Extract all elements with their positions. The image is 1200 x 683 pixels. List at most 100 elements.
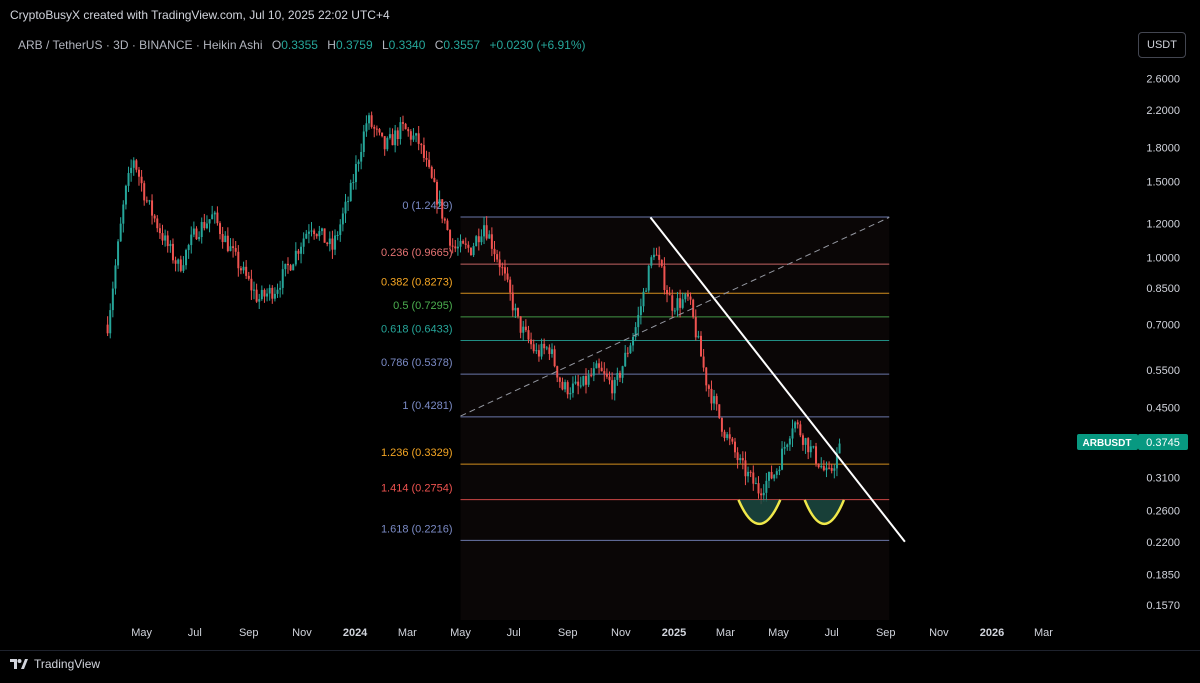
fib-label: 0 (1.2429)	[402, 200, 452, 212]
candle-body	[302, 238, 305, 247]
time-axis[interactable]: May Jul Sep Nov 2024 Mar May Jul Sep Nov 2025 Mar Ma…	[131, 627, 1053, 639]
candle-body	[200, 222, 203, 238]
price-axis[interactable]: 2.6000 2.2000 1.8000 1.5000 1.2000 1.0000 0.85…	[1146, 73, 1180, 612]
candle-body	[289, 265, 292, 271]
price-tick-label: 0.3100	[1146, 472, 1180, 484]
candle-body	[137, 169, 140, 177]
candle-body	[459, 240, 462, 247]
candle-body	[694, 317, 697, 338]
candle-body	[177, 259, 180, 264]
candle-body	[195, 228, 198, 240]
candle-body	[762, 492, 765, 496]
candle-body	[399, 122, 402, 140]
candle-body	[394, 130, 397, 146]
candle-body	[148, 200, 151, 202]
candle-body	[571, 383, 574, 393]
candle-body	[715, 396, 718, 405]
candle-body	[360, 151, 363, 162]
candle-body	[637, 314, 640, 328]
candle-body	[182, 265, 185, 271]
candle-body	[650, 257, 653, 266]
candle-body	[409, 131, 412, 140]
candle-body	[629, 345, 632, 354]
candle-body	[838, 443, 841, 454]
candle-body	[216, 212, 219, 224]
candle-body	[203, 222, 206, 229]
candle-body	[388, 134, 391, 138]
candle-body	[561, 381, 564, 390]
top-bar: CryptoBusyX created with TradingView.com…	[0, 0, 1200, 30]
candle-body	[368, 115, 371, 124]
candle-body	[109, 310, 112, 334]
candle-body	[169, 243, 172, 247]
candle-body	[791, 428, 794, 439]
candle-body	[655, 254, 658, 256]
candle-body	[645, 290, 648, 292]
price-tick-label: 0.5500	[1146, 365, 1180, 377]
candle-body	[595, 363, 598, 369]
candle-body	[765, 480, 768, 493]
candle-body	[122, 204, 125, 224]
candle-body	[825, 467, 828, 471]
candle-body	[757, 483, 760, 494]
candle-body	[441, 199, 444, 219]
candle-body	[647, 265, 650, 291]
candle-body	[676, 298, 679, 311]
price-tick-label: 2.6000	[1146, 73, 1180, 85]
candle-body	[475, 236, 478, 247]
price-tick-label: 0.1570	[1146, 600, 1180, 612]
candle-body	[151, 200, 154, 216]
time-tick-label: May	[131, 627, 152, 639]
candle-body	[511, 292, 514, 311]
candle-body	[809, 446, 812, 453]
candle-body	[624, 352, 627, 367]
candle-body	[370, 115, 373, 127]
candle-body	[506, 273, 509, 280]
candle-body	[490, 234, 493, 249]
candle-body	[313, 230, 316, 235]
time-tick-label: Jul	[507, 627, 521, 639]
candle-body	[760, 493, 763, 496]
candle-body	[794, 422, 797, 429]
candle-body	[820, 466, 823, 468]
candle-body	[833, 468, 836, 471]
candle-body	[127, 173, 130, 186]
candle-body	[658, 254, 661, 260]
candle-body	[422, 145, 425, 159]
candle-body	[537, 350, 540, 357]
price-chart[interactable]: 0 (1.2429) 0.236 (0.9665) 0.382 (0.8273) 0.…	[0, 30, 1200, 650]
candle-body	[626, 352, 629, 354]
candle-body	[799, 424, 802, 436]
candle-body	[229, 246, 232, 252]
candle-body	[234, 248, 237, 252]
candle-body	[621, 366, 624, 378]
candle-body	[603, 371, 606, 374]
fib-background	[460, 216, 890, 621]
candle-body	[323, 228, 326, 243]
candle-body	[483, 225, 486, 237]
candle-body	[545, 347, 548, 349]
candle-body	[292, 264, 295, 271]
candle-body	[574, 381, 577, 384]
candle-body	[158, 228, 161, 234]
candle-body	[226, 235, 229, 252]
candle-body	[208, 219, 211, 224]
candle-body	[689, 296, 692, 300]
candle-body	[260, 289, 263, 300]
candle-body	[349, 182, 352, 202]
candle-body	[357, 161, 360, 165]
time-tick-label: 2024	[343, 627, 368, 639]
candle-body	[373, 126, 376, 129]
candle-body	[590, 375, 593, 377]
tradingview-logo[interactable]: TradingView	[10, 657, 100, 671]
candle-body	[253, 289, 256, 291]
time-tick-label: May	[450, 627, 471, 639]
time-tick-label: Mar	[716, 627, 735, 639]
candle-body	[362, 131, 365, 152]
candle-body	[430, 166, 433, 178]
candle-body	[569, 392, 572, 395]
candle-body	[726, 434, 729, 438]
candle-body	[773, 474, 776, 479]
chart-credit: CryptoBusyX created with TradingView.com…	[10, 8, 390, 22]
time-tick-label: 2026	[980, 627, 1004, 639]
